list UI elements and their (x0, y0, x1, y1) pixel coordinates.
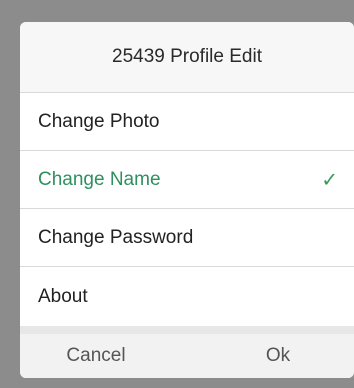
change-password-option[interactable]: Change Password (20, 208, 354, 266)
change-name-label: Change Name (38, 168, 161, 190)
cancel-button[interactable]: Cancel (20, 334, 202, 378)
change-photo-option[interactable]: Change Photo (20, 92, 354, 150)
dialog-title: 25439 Profile Edit (20, 22, 354, 92)
about-label: About (38, 285, 88, 307)
change-name-option[interactable]: Change Name ✓ (20, 150, 354, 208)
dialog-footer: Cancel Ok (20, 326, 354, 378)
about-option[interactable]: About (20, 266, 354, 326)
ok-button[interactable]: Ok (202, 334, 354, 378)
checkmark-icon: ✓ (321, 169, 338, 191)
change-photo-label: Change Photo (38, 110, 160, 132)
change-password-label: Change Password (38, 226, 194, 248)
profile-edit-dialog: 25439 Profile Edit Change Photo Change N… (20, 22, 354, 378)
